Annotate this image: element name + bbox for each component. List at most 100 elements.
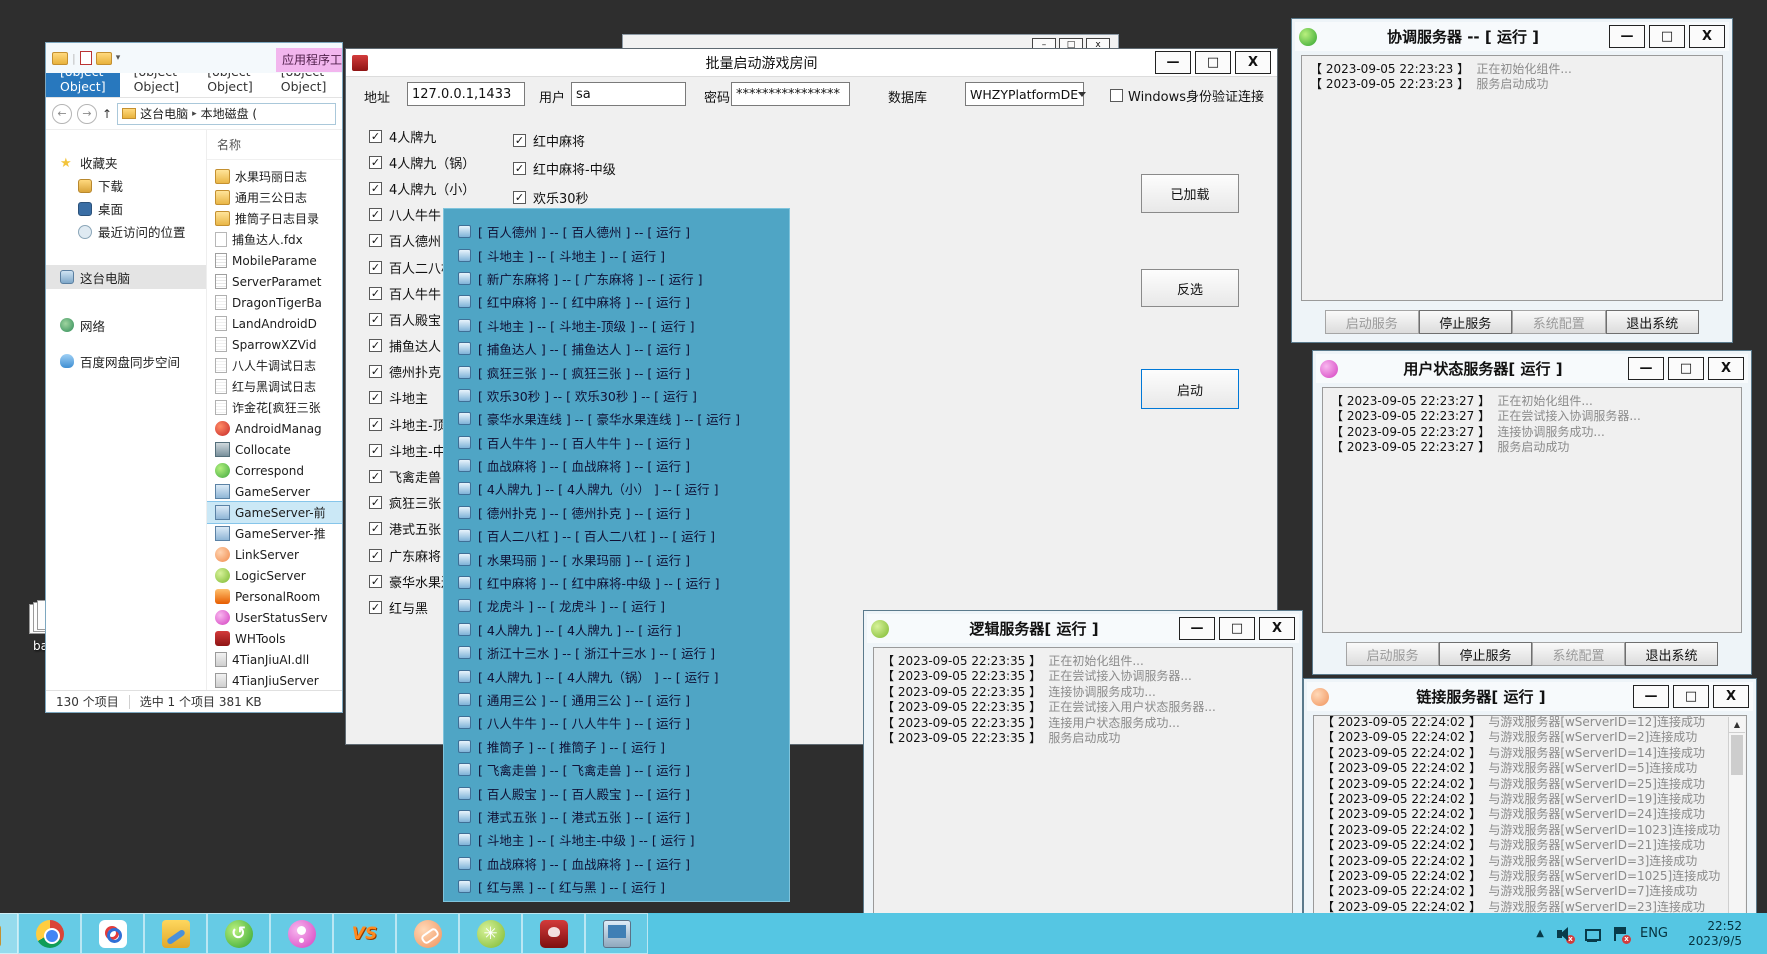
taskbar-app-button[interactable] [522,913,585,954]
checkbox-checked-icon[interactable] [369,313,382,326]
dialog-titlebar[interactable]: 批量启动游戏房间 — □ X [346,49,1277,77]
game-checkbox-row[interactable]: 4人牌九 [369,123,475,149]
maximize-icon[interactable]: □ [1219,617,1255,640]
game-list-item[interactable]: [ 红中麻将 ] -- [ 红中麻将 ] -- [ 运行 ] [444,290,789,313]
checkbox-checked-icon[interactable] [513,162,526,175]
show-hidden-icons[interactable]: ▲ [1536,928,1544,939]
forward-icon[interactable]: → [77,104,97,124]
sidebar-item[interactable]: 网络 [46,313,206,337]
taskbar-app-button[interactable] [18,913,81,954]
file-row[interactable]: GameServer-推 [207,523,342,544]
window-titlebar[interactable]: 链接服务器[ 运行 ] — □ X [1307,682,1753,711]
close-icon[interactable]: X [1259,617,1295,640]
checkbox-checked-icon[interactable] [369,156,382,169]
action-center-flag-icon[interactable]: x [1612,926,1628,942]
properties-doc-icon[interactable] [80,51,92,65]
scrollbar[interactable]: ▲ [1728,717,1745,944]
breadcrumb-segment[interactable]: 这台电脑 [140,105,188,122]
sidebar-item[interactable]: 最近访问的位置 [46,220,206,243]
scroll-up-icon[interactable]: ▲ [1729,717,1745,733]
invert-selection-button[interactable]: 反选 [1141,269,1239,307]
game-checkbox-row[interactable]: 红中麻将 [513,126,616,155]
game-list-item[interactable]: [ 捕鱼达人 ] -- [ 捕鱼达人 ] -- [ 运行 ] [444,337,789,360]
file-row[interactable]: SparrowXZVid [207,334,342,355]
game-list-item[interactable]: [ 血战麻将 ] -- [ 血战麻将 ] -- [ 运行 ] [444,454,789,477]
file-row[interactable]: 4TianJiuServer [207,670,342,690]
up-icon[interactable]: ↑ [102,107,112,121]
file-row[interactable]: AndroidManag [207,418,342,439]
game-list-item[interactable]: [ 浙江十三水 ] -- [ 浙江十三水 ] -- [ 运行 ] [444,641,789,664]
scroll-thumb[interactable] [1731,735,1743,775]
game-list-item[interactable]: [ 红与黑 ] -- [ 红与黑 ] -- [ 运行 ] [444,875,789,898]
server-action-button[interactable]: 退出系统 [1606,310,1700,334]
file-row[interactable]: 八人牛调试日志 [207,355,342,376]
minimize-icon[interactable]: — [1179,617,1215,640]
server-action-button[interactable]: 启动服务 [1325,310,1419,334]
game-list-item[interactable]: [ 血战麻将 ] -- [ 血战麻将 ] -- [ 运行 ] [444,852,789,875]
checkbox-checked-icon[interactable] [369,287,382,300]
server-action-button[interactable]: 停止服务 [1439,642,1532,666]
file-row[interactable]: Correspond [207,460,342,481]
file-row[interactable]: GameServer [207,481,342,502]
checkbox-checked-icon[interactable] [369,234,382,247]
sidebar-item[interactable]: 下载 [46,174,206,197]
maximize-icon[interactable]: □ [1195,51,1231,74]
server-action-button[interactable]: 退出系统 [1625,642,1718,666]
volume-muted-icon[interactable]: x [1556,926,1572,942]
game-list-item[interactable]: [ 红中麻将 ] -- [ 红中麻将-中级 ] -- [ 运行 ] [444,571,789,594]
file-row[interactable]: DragonTigerBa [207,292,342,313]
game-list-item[interactable]: [ 4人牌九 ] -- [ 4人牌九（小） ] -- [ 运行 ] [444,477,789,500]
close-icon[interactable]: X [1708,357,1744,380]
password-input[interactable] [731,82,850,106]
file-row[interactable]: LogicServer [207,565,342,586]
maximize-icon[interactable]: □ [1668,357,1704,380]
qat-dropdown-icon[interactable]: ▾ [116,53,121,63]
game-list-item[interactable]: [ 德州扑克 ] -- [ 德州扑克 ] -- [ 运行 ] [444,501,789,524]
game-list-item[interactable]: [ 百人殿宝 ] -- [ 百人殿宝 ] -- [ 运行 ] [444,781,789,804]
file-row[interactable]: ServerParamet [207,271,342,292]
checkbox-checked-icon[interactable] [369,496,382,509]
language-indicator[interactable]: ENG [1640,926,1668,941]
checkbox-icon[interactable] [1110,89,1123,102]
minimize-icon[interactable]: — [1633,685,1669,708]
checkbox-checked-icon[interactable] [513,134,526,147]
file-row[interactable]: PersonalRoom [207,586,342,607]
game-list-item[interactable]: [ 斗地主 ] -- [ 斗地主-顶级 ] -- [ 运行 ] [444,314,789,337]
game-list-item[interactable]: [ 新广东麻将 ] -- [ 广东麻将 ] -- [ 运行 ] [444,267,789,290]
checkbox-checked-icon[interactable] [369,444,382,457]
checkbox-checked-icon[interactable] [369,130,382,143]
checkbox-checked-icon[interactable] [369,549,382,562]
game-list-item[interactable]: [ 百人牛牛 ] -- [ 百人牛牛 ] -- [ 运行 ] [444,431,789,454]
checkbox-checked-icon[interactable] [369,365,382,378]
taskbar-app-button[interactable] [396,913,459,954]
game-checkbox-row[interactable]: 4人牌九（小） [369,175,475,201]
game-list-item[interactable]: [ 斗地主 ] -- [ 斗地主 ] -- [ 运行 ] [444,243,789,266]
sidebar-item[interactable]: 百度网盘同步空间 [46,349,206,373]
checkbox-checked-icon[interactable] [369,575,382,588]
checkbox-checked-icon[interactable] [513,191,526,204]
checkbox-checked-icon[interactable] [369,182,382,195]
file-row[interactable]: UserStatusServ [207,607,342,628]
taskbar-app-button[interactable] [207,913,270,954]
clock[interactable]: 22:52 2023/9/5 [1680,919,1742,949]
checkbox-checked-icon[interactable] [369,391,382,404]
game-checkbox-row[interactable]: 4人牌九（锅） [369,149,475,175]
game-list-item[interactable]: [ 斗地主 ] -- [ 斗地主-中级 ] -- [ 运行 ] [444,828,789,851]
file-row[interactable]: GameServer-前 [207,502,342,523]
explorer-titlebar[interactable]: | ▾ 应用程序工 [46,43,342,73]
checkbox-checked-icon[interactable] [369,601,382,614]
taskbar-app-button[interactable] [0,913,18,954]
game-checkbox-row[interactable]: 红中麻将-中级 [513,155,616,184]
game-list-item[interactable]: [ 港式五张 ] -- [ 港式五张 ] -- [ 运行 ] [444,805,789,828]
game-list-item[interactable]: [ 推筒子 ] -- [ 推筒子 ] -- [ 运行 ] [444,735,789,758]
file-row[interactable]: 水果玛丽日志 [207,166,342,187]
taskbar-app-button[interactable] [333,913,396,954]
minimize-icon[interactable]: — [1628,357,1664,380]
checkbox-checked-icon[interactable] [369,470,382,483]
file-row[interactable]: LinkServer [207,544,342,565]
database-select[interactable]: WHZYPlatformDE [965,82,1084,106]
game-list-item[interactable]: [ 欢乐30秒 ] -- [ 欢乐30秒 ] -- [ 运行 ] [444,384,789,407]
start-button[interactable]: 启动 [1141,369,1239,409]
file-row[interactable]: 推筒子日志目录 [207,208,342,229]
game-list-item[interactable]: [ 4人牌九 ] -- [ 4人牌九（锅） ] -- [ 运行 ] [444,664,789,687]
